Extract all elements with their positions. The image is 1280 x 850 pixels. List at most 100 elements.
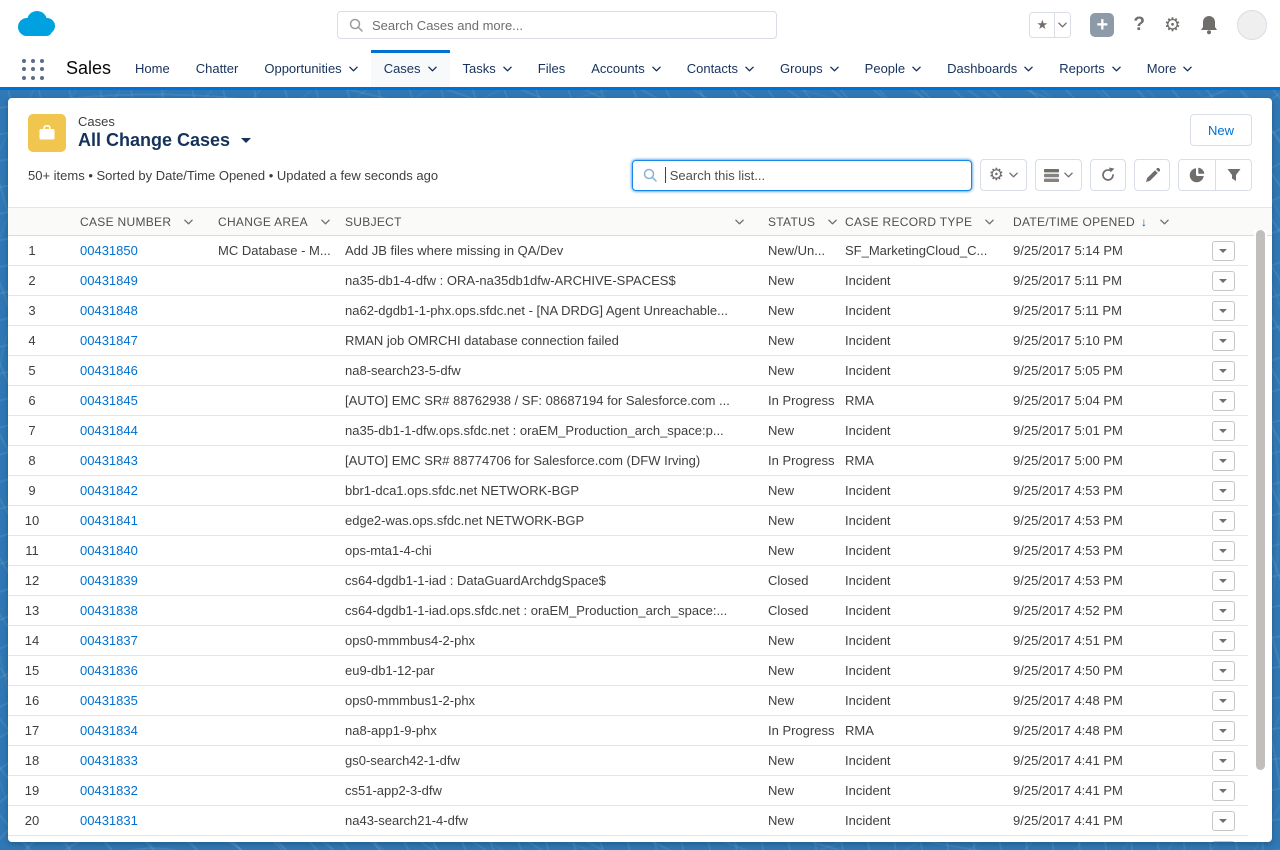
column-header-status[interactable]: STATUS [760, 215, 837, 229]
case-number-link[interactable]: 00431846 [80, 363, 138, 378]
chevron-down-icon[interactable] [321, 219, 330, 225]
help-button[interactable]: ? [1133, 14, 1145, 36]
chevron-down-icon[interactable] [985, 219, 994, 225]
table-row[interactable]: 12 00431839 cs64-dgdb1-1-iad : DataGuard… [8, 566, 1248, 596]
table-row[interactable]: 10 00431841 edge2-was.ops.sfdc.net NETWO… [8, 506, 1248, 536]
case-number-link[interactable]: 00431836 [80, 663, 138, 678]
row-actions-button[interactable] [1212, 301, 1235, 321]
table-row[interactable]: 9 00431842 bbr1-dca1.ops.sfdc.net NETWOR… [8, 476, 1248, 506]
case-number-link[interactable]: 00431837 [80, 633, 138, 648]
nav-item-more[interactable]: More [1134, 50, 1206, 87]
table-row[interactable]: 17 00431834 na8-app1-9-phx In Progress R… [8, 716, 1248, 746]
row-actions-button[interactable] [1212, 271, 1235, 291]
row-actions-button[interactable] [1212, 421, 1235, 441]
nav-item-cases[interactable]: Cases [371, 50, 450, 87]
table-row[interactable]: 4 00431847 RMAN job OMRCHI database conn… [8, 326, 1248, 356]
refresh-button[interactable] [1090, 159, 1126, 191]
row-actions-button[interactable] [1212, 331, 1235, 351]
list-search-input[interactable]: Search this list... [632, 160, 972, 191]
favorites-dropdown-button[interactable] [1054, 13, 1070, 37]
table-row[interactable]: 19 00431832 cs51-app2-3-dfw New Incident… [8, 776, 1248, 806]
global-actions-button[interactable]: + [1090, 13, 1114, 37]
case-number-link[interactable]: 00431832 [80, 783, 138, 798]
list-view-controls-button[interactable]: ⚙ [980, 159, 1027, 191]
chevron-down-icon[interactable] [1160, 219, 1169, 225]
nav-item-tasks[interactable]: Tasks [450, 50, 525, 87]
user-avatar[interactable] [1237, 10, 1267, 40]
row-actions-button[interactable] [1212, 751, 1235, 771]
case-number-link[interactable]: 00431835 [80, 693, 138, 708]
row-actions-button[interactable] [1212, 691, 1235, 711]
edit-button[interactable] [1134, 159, 1170, 191]
chevron-down-icon[interactable] [828, 219, 837, 225]
case-number-link[interactable]: 00431849 [80, 273, 138, 288]
table-row[interactable]: 1 00431850 MC Database - M... Add JB fil… [8, 236, 1248, 266]
table-row[interactable]: 15 00431836 eu9-db1-12-par New Incident … [8, 656, 1248, 686]
case-number-link[interactable]: 00431848 [80, 303, 138, 318]
row-actions-button[interactable] [1212, 661, 1235, 681]
setup-button[interactable]: ⚙ [1164, 14, 1181, 37]
charts-button[interactable] [1179, 160, 1215, 190]
table-row[interactable]: 16 00431835 ops0-mmmbus1-2-phx New Incid… [8, 686, 1248, 716]
column-header-opened[interactable]: DATE/TIME OPENED ↓ [1005, 215, 1198, 229]
case-number-link[interactable]: 00431834 [80, 723, 138, 738]
case-number-link[interactable]: 00431842 [80, 483, 138, 498]
table-row[interactable]: 11 00431840 ops-mta1-4-chi New Incident … [8, 536, 1248, 566]
case-number-link[interactable]: 00431843 [80, 453, 138, 468]
display-as-button[interactable] [1035, 159, 1082, 191]
list-view-selector[interactable]: All Change Cases [78, 130, 251, 151]
table-scrollbar-track[interactable] [1254, 230, 1267, 840]
table-scrollbar-thumb[interactable] [1256, 230, 1265, 770]
nav-item-dashboards[interactable]: Dashboards [934, 50, 1046, 87]
new-button[interactable]: New [1190, 114, 1252, 146]
app-launcher-icon[interactable] [22, 59, 46, 81]
case-number-link[interactable]: 00431847 [80, 333, 138, 348]
case-number-link[interactable]: 00431844 [80, 423, 138, 438]
chevron-down-icon[interactable] [184, 219, 193, 225]
column-header-case_number[interactable]: CASE NUMBER [72, 215, 210, 229]
case-number-link[interactable]: 00431841 [80, 513, 138, 528]
nav-item-home[interactable]: Home [122, 50, 183, 87]
row-actions-button[interactable] [1212, 451, 1235, 471]
notifications-button[interactable] [1200, 15, 1218, 35]
row-actions-button[interactable] [1212, 631, 1235, 651]
table-row[interactable]: 21 00431830 cs60-db1-4-chi.ops.sfdc.net … [8, 836, 1248, 842]
table-row[interactable]: 2 00431849 na35-db1-4-dfw : ORA-na35db1d… [8, 266, 1248, 296]
nav-item-people[interactable]: People [852, 50, 934, 87]
table-row[interactable]: 5 00431846 na8-search23-5-dfw New Incide… [8, 356, 1248, 386]
case-number-link[interactable]: 00431845 [80, 393, 138, 408]
global-search-input[interactable]: Search Cases and more... [337, 11, 777, 39]
table-row[interactable]: 14 00431837 ops0-mmmbus4-2-phx New Incid… [8, 626, 1248, 656]
case-number-link[interactable]: 00431838 [80, 603, 138, 618]
row-actions-button[interactable] [1212, 811, 1235, 831]
row-actions-button[interactable] [1212, 361, 1235, 381]
nav-item-groups[interactable]: Groups [767, 50, 852, 87]
table-row[interactable]: 13 00431838 cs64-dgdb1-1-iad.ops.sfdc.ne… [8, 596, 1248, 626]
nav-item-chatter[interactable]: Chatter [183, 50, 252, 87]
row-actions-button[interactable] [1212, 781, 1235, 801]
nav-item-reports[interactable]: Reports [1046, 50, 1134, 87]
case-number-link[interactable]: 00431839 [80, 573, 138, 588]
row-actions-button[interactable] [1212, 841, 1235, 843]
table-row[interactable]: 8 00431843 [AUTO] EMC SR# 88774706 for S… [8, 446, 1248, 476]
favorites-star-button[interactable]: ★ [1030, 13, 1054, 37]
row-actions-button[interactable] [1212, 391, 1235, 411]
row-actions-button[interactable] [1212, 241, 1235, 261]
row-actions-button[interactable] [1212, 601, 1235, 621]
column-header-subject[interactable]: SUBJECT [337, 215, 760, 229]
nav-item-opportunities[interactable]: Opportunities [251, 50, 370, 87]
case-number-link[interactable]: 00431840 [80, 543, 138, 558]
row-actions-button[interactable] [1212, 571, 1235, 591]
table-row[interactable]: 20 00431831 na43-search21-4-dfw New Inci… [8, 806, 1248, 836]
row-actions-button[interactable] [1212, 481, 1235, 501]
nav-item-accounts[interactable]: Accounts [578, 50, 673, 87]
table-row[interactable]: 18 00431833 gs0-search42-1-dfw New Incid… [8, 746, 1248, 776]
row-actions-button[interactable] [1212, 541, 1235, 561]
row-actions-button[interactable] [1212, 511, 1235, 531]
filters-button[interactable] [1215, 160, 1251, 190]
case-number-link[interactable]: 00431850 [80, 243, 138, 258]
case-number-link[interactable]: 00431833 [80, 753, 138, 768]
table-row[interactable]: 6 00431845 [AUTO] EMC SR# 88762938 / SF:… [8, 386, 1248, 416]
table-row[interactable]: 7 00431844 na35-db1-1-dfw.ops.sfdc.net :… [8, 416, 1248, 446]
case-number-link[interactable]: 00431831 [80, 813, 138, 828]
